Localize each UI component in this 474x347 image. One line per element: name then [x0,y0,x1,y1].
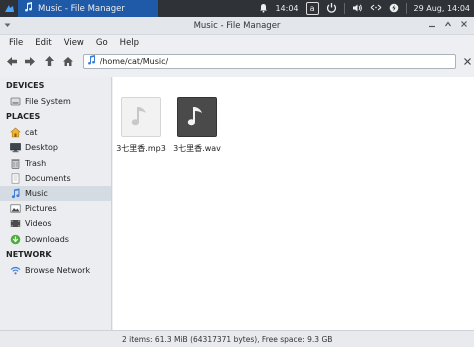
desktop-icon [10,142,21,153]
audio-file-icon [121,97,161,137]
videos-icon [10,218,21,229]
sidebar-item-desktop[interactable]: Desktop [0,140,111,155]
sidebar-item-label: Desktop [25,143,58,153]
drive-icon [10,96,21,107]
audio-file-dark-icon [177,97,217,137]
sidebar-item-label: Videos [25,219,52,229]
minimize-icon[interactable] [428,20,436,31]
file-name: 3七里香.wav [173,144,221,153]
network-icon [10,265,21,276]
panel-clock[interactable]: 14:04 [275,4,298,13]
power-manager-icon[interactable] [389,3,399,15]
sidebar-item-documents[interactable]: Documents [0,171,111,186]
network-connection-icon[interactable] [370,3,382,14]
sidebar-item-label: Browse Network [25,265,91,275]
sidebar-item-trash[interactable]: Trash [0,156,111,171]
clear-location-icon[interactable] [460,54,474,68]
sidebar-item-label: Pictures [25,204,57,214]
sidebar-item-downloads[interactable]: Downloads [0,232,111,247]
network-header: NETWORK [6,249,52,259]
sidebar-item-label: Documents [25,173,71,183]
keyboard-layout-indicator[interactable]: a [305,2,319,15]
taskbar-window-button[interactable]: Music - File Manager [18,0,158,17]
menu-go[interactable]: Go [90,38,114,48]
pictures-icon [10,203,21,214]
status-text: 2 items: 61.3 MiB (64317371 bytes), Free… [122,334,333,344]
file-item[interactable]: 3七里香.mp3 [113,97,169,154]
up-arrow-icon[interactable] [41,53,57,69]
window-titlebar[interactable]: Music - File Manager [0,17,474,35]
file-item[interactable]: 3七里香.wav [169,97,225,154]
panel-date-time[interactable]: 29 Aug, 14:04 [414,4,470,13]
sidebar-item-label: cat [25,128,38,138]
file-view[interactable]: 3七里香.mp3 3七里香.wav [113,77,474,330]
sidebar-item-browse-network[interactable]: Browse Network [0,263,111,278]
top-panel: Music - File Manager 14:04 a 29 Aug, 14:… [0,0,474,17]
volume-icon[interactable] [352,3,363,15]
toolbar [0,50,474,72]
sidebar-item-videos[interactable]: Videos [0,216,111,231]
sidebar-item-label: Music [25,189,48,199]
sidebar-item-music[interactable]: Music [0,185,111,202]
location-bar [82,53,457,69]
sidebar-item-pictures[interactable]: Pictures [0,201,111,216]
close-icon[interactable] [460,20,468,31]
sidebar: DEVICES File System PLACES cat Desktop T… [0,77,112,330]
documents-icon [10,173,21,184]
sidebar-item-label: File System [25,97,71,107]
file-manager-window: Music - File Manager File Edit View Go H… [0,17,474,347]
places-header: PLACES [6,112,41,122]
home-icon [10,127,21,138]
sidebar-item-cat[interactable]: cat [0,125,111,140]
maximize-icon[interactable] [444,20,452,31]
sidebar-item-label: Trash [25,158,47,168]
music-icon [10,188,21,199]
file-name: 3七里香.mp3 [116,144,166,153]
devices-header: DEVICES [6,81,45,90]
sidebar-item-file-system[interactable]: File System [0,94,111,109]
location-input[interactable] [95,54,456,68]
taskbar-window-title: Music - File Manager [38,3,125,14]
menu-bar: File Edit View Go Help [0,35,474,50]
window-menu-chevron-icon[interactable] [0,23,14,28]
applications-menu-icon[interactable] [0,0,18,17]
menu-help[interactable]: Help [114,38,145,48]
music-folder-icon [87,55,96,67]
menu-edit[interactable]: Edit [29,38,57,48]
tray-separator [405,3,407,14]
power-icon[interactable] [326,2,337,15]
tray-separator [343,3,345,14]
sidebar-item-label: Downloads [25,234,69,244]
forward-arrow-icon[interactable] [23,53,39,69]
back-arrow-icon[interactable] [4,53,20,69]
trash-icon [10,158,21,169]
menu-file[interactable]: File [3,38,29,48]
menu-view[interactable]: View [58,38,90,48]
downloads-icon [10,234,21,245]
bell-icon[interactable] [259,3,268,15]
status-bar: 2 items: 61.3 MiB (64317371 bytes), Free… [0,330,474,347]
window-title: Music - File Manager [193,20,281,31]
home-icon[interactable] [60,53,76,69]
music-folder-icon [24,2,33,15]
